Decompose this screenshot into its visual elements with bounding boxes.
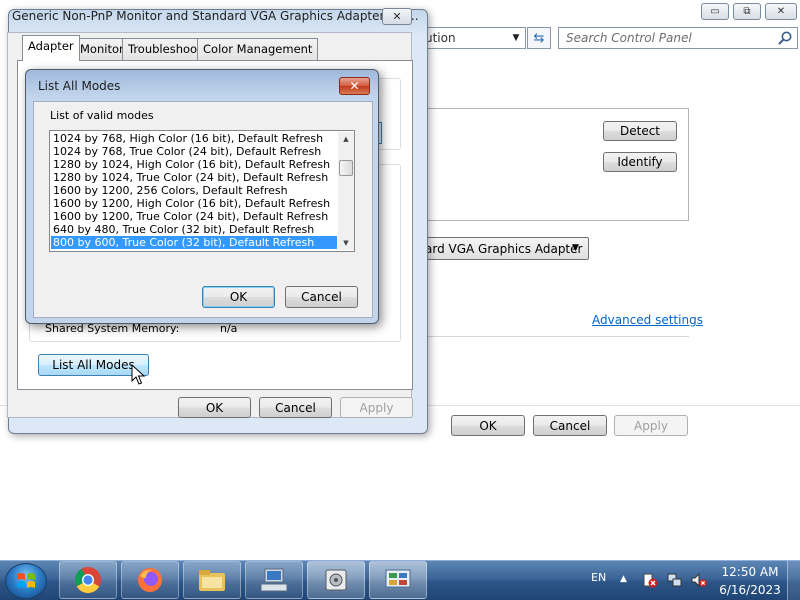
file-explorer-icon	[199, 570, 225, 591]
taskbar-explorer[interactable]	[183, 561, 241, 599]
search-input[interactable]: Search Control Panel	[558, 27, 798, 49]
taskbar-device-manager[interactable]	[245, 561, 303, 599]
clock-date[interactable]: 6/16/2023	[718, 583, 782, 597]
dialog-title: Generic Non-PnP Monitor and Standard VGA…	[12, 9, 419, 23]
show-desktop-button[interactable]	[787, 561, 800, 600]
display-select[interactable]: ard VGA Graphics Adapter	[412, 237, 589, 260]
scrollbar-thumb[interactable]	[339, 160, 353, 176]
windows-logo-icon	[17, 573, 35, 588]
modes-listbox[interactable]: 1024 by 768, High Color (16 bit), Defaul…	[49, 130, 355, 252]
language-indicator[interactable]: EN	[591, 571, 606, 584]
close-icon: ✕	[776, 6, 786, 17]
divider	[412, 336, 689, 337]
chevron-down-icon: ▼	[572, 243, 579, 253]
list-item[interactable]: 1600 by 1200, 256 Colors, Default Refres…	[51, 184, 337, 197]
props-cancel-button[interactable]: Cancel	[259, 397, 332, 418]
chevron-down-icon[interactable]: ▼	[509, 30, 523, 46]
tab-adapter[interactable]: Adapter	[22, 35, 80, 61]
identify-button[interactable]: Identify	[603, 152, 677, 172]
taskbar-disk[interactable]	[307, 561, 365, 599]
chrome-icon	[74, 567, 101, 593]
modes-cancel-button[interactable]: Cancel	[285, 286, 358, 308]
close-icon: ✕	[349, 79, 360, 93]
action-center-icon[interactable]	[642, 572, 658, 588]
props-ok-button[interactable]: OK	[178, 397, 251, 418]
taskbar-control-panel[interactable]	[369, 561, 427, 599]
list-item[interactable]: 1600 by 1200, High Color (16 bit), Defau…	[51, 197, 337, 210]
taskbar-chrome[interactable]	[59, 561, 117, 599]
show-hidden-icons-icon[interactable]: ▲	[620, 574, 627, 584]
network-icon[interactable]	[667, 572, 683, 588]
list-item[interactable]: 1280 by 1024, High Color (16 bit), Defau…	[51, 158, 337, 171]
maximize-button[interactable]: ⧉	[733, 3, 761, 20]
search-icon[interactable]	[777, 30, 793, 46]
start-button[interactable]	[5, 563, 47, 599]
maximize-icon: ⧉	[743, 6, 751, 17]
refresh-icon: ⇆	[533, 30, 545, 46]
list-item-selected[interactable]: 800 by 600, True Color (32 bit), Default…	[51, 236, 337, 249]
refresh-button[interactable]: ⇆	[527, 27, 551, 49]
firefox-icon	[138, 568, 162, 592]
list-label: List of valid modes	[50, 109, 154, 122]
cp-cancel-button[interactable]: Cancel	[533, 415, 607, 436]
window-close-button[interactable]: ✕	[765, 3, 797, 20]
cursor-icon	[131, 364, 146, 385]
props-apply-button[interactable]: Apply	[340, 397, 413, 418]
dialog-title: List All Modes	[38, 79, 121, 93]
tab-color-management[interactable]: Color Management	[197, 38, 319, 60]
tab-troubleshoot[interactable]: Troubleshoot	[122, 38, 208, 60]
list-item[interactable]: 1600 by 1200, True Color (24 bit), Defau…	[51, 210, 337, 223]
scroll-up-icon[interactable]: ▲	[338, 132, 354, 146]
list-item[interactable]: 1024 by 768, True Color (24 bit), Defaul…	[51, 145, 337, 158]
clock-time[interactable]: 12:50 AM	[718, 565, 782, 579]
minimize-icon: ▭	[710, 6, 720, 17]
close-icon: ✕	[392, 10, 402, 23]
modes-ok-button[interactable]: OK	[202, 286, 275, 308]
disk-icon	[325, 569, 347, 591]
detect-button[interactable]: Detect	[603, 121, 677, 141]
minimize-button[interactable]: ▭	[701, 3, 729, 20]
list-item[interactable]: 640 by 480, True Color (32 bit), Default…	[51, 223, 337, 236]
taskbar-firefox[interactable]	[121, 561, 179, 599]
device-manager-icon	[260, 568, 288, 592]
list-item[interactable]: 1024 by 768, High Color (16 bit), Defaul…	[51, 132, 337, 145]
dialog-close-button[interactable]: ✕	[339, 77, 370, 95]
list-all-modes-dialog: List All Modes ✕ List of valid modes 102…	[25, 69, 379, 324]
advanced-settings-link[interactable]: Advanced settings	[592, 313, 703, 327]
scrollbar[interactable]: ▲ ▼	[338, 132, 354, 250]
dialog-close-button[interactable]: ✕	[382, 8, 412, 25]
control-panel-icon	[385, 569, 411, 588]
cp-ok-button[interactable]: OK	[451, 415, 525, 436]
volume-muted-icon[interactable]	[691, 572, 707, 588]
list-item[interactable]: 1280 by 1024, True Color (24 bit), Defau…	[51, 171, 337, 184]
scroll-down-icon[interactable]: ▼	[338, 236, 354, 250]
cp-apply-button[interactable]: Apply	[614, 415, 688, 436]
